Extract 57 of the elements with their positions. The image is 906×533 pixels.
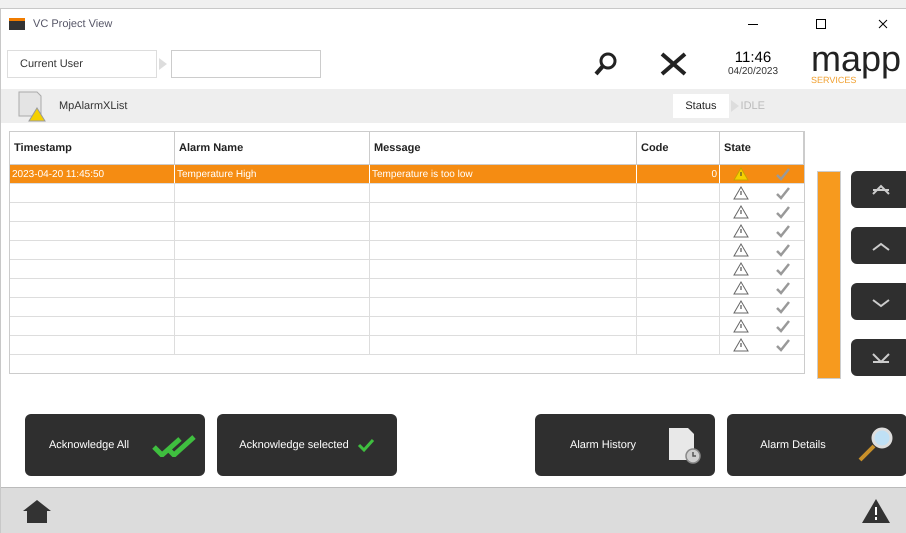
scroll-bar[interactable] xyxy=(817,171,841,379)
check-icon xyxy=(775,281,791,295)
check-icon xyxy=(775,243,791,257)
search-icon[interactable] xyxy=(593,51,619,77)
check-icon xyxy=(357,437,375,453)
document-clock-icon xyxy=(666,426,702,464)
scroll-up-button[interactable] xyxy=(851,227,906,264)
clock-date: 04/20/2023 xyxy=(728,66,778,78)
scroll-down-button[interactable] xyxy=(851,283,906,320)
user-field[interactable] xyxy=(171,50,321,78)
maximize-icon xyxy=(816,19,826,29)
table-row[interactable] xyxy=(10,336,804,355)
check-icon xyxy=(775,262,791,276)
window-title: VC Project View xyxy=(33,16,112,32)
table-row[interactable] xyxy=(10,279,804,298)
column-header: State xyxy=(720,132,804,164)
table-row[interactable] xyxy=(10,203,804,222)
table-row[interactable] xyxy=(10,260,804,279)
table-cell-text: Temperature High xyxy=(177,168,256,182)
warning-icon[interactable] xyxy=(861,498,891,524)
action-button[interactable]: Alarm Details xyxy=(727,414,906,476)
scroll-bottom-button[interactable] xyxy=(851,339,906,376)
check-icon xyxy=(775,319,791,333)
list-name: MpAlarmXList xyxy=(59,98,128,114)
check-icon xyxy=(775,186,791,200)
user-label: Current User xyxy=(7,50,157,78)
table-cell-text: Temperature is too low xyxy=(372,168,473,182)
column-header: Message xyxy=(370,132,637,164)
column-header: Timestamp xyxy=(10,132,175,164)
status-label: Status xyxy=(673,94,729,118)
action-button[interactable]: Alarm History xyxy=(535,414,715,476)
table-row[interactable] xyxy=(10,222,804,241)
check-icon xyxy=(775,338,791,352)
arrow-icon xyxy=(730,100,739,112)
table-row[interactable] xyxy=(10,184,804,203)
table-cell-text: 2023-04-20 11:45:50 xyxy=(12,168,104,182)
app-icon xyxy=(9,18,25,30)
tools-icon[interactable] xyxy=(659,51,689,77)
action-button[interactable]: Acknowledge selected xyxy=(217,414,397,476)
check-icon xyxy=(775,167,791,181)
table-cell-text: 0 xyxy=(711,168,717,182)
clock-time: 11:46 xyxy=(734,50,772,66)
logo-subtitle: SERVICES xyxy=(811,75,856,85)
home-icon[interactable] xyxy=(21,498,53,524)
column-header: Code xyxy=(637,132,720,164)
check-icon xyxy=(775,300,791,314)
table-row[interactable] xyxy=(10,317,804,336)
table-row[interactable] xyxy=(10,241,804,260)
close-icon xyxy=(878,19,888,29)
arrow-icon xyxy=(159,58,167,70)
double-check-icon xyxy=(152,433,196,457)
check-icon xyxy=(775,224,791,238)
scroll-top-button[interactable] xyxy=(851,171,906,208)
action-button[interactable]: Acknowledge All xyxy=(25,414,205,476)
column-header: Alarm Name xyxy=(175,132,370,164)
check-icon xyxy=(775,205,791,219)
table-row[interactable] xyxy=(10,298,804,317)
